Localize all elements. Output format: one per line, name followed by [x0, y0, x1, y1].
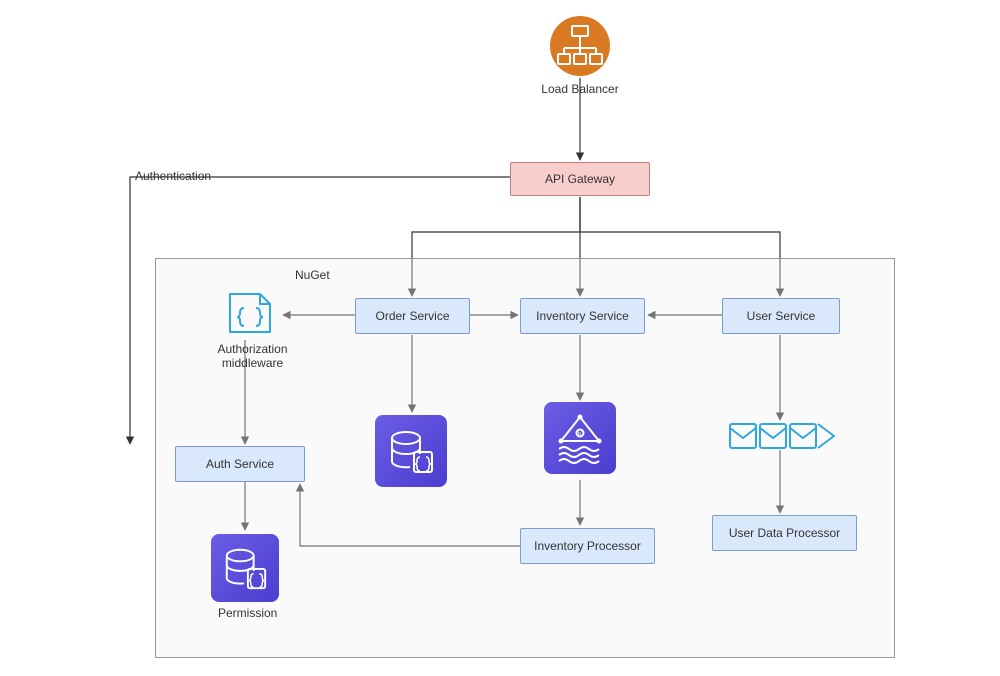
api-gateway: API Gateway: [510, 162, 650, 196]
user-data-processor-label: User Data Processor: [729, 526, 840, 540]
api-gateway-label: API Gateway: [545, 172, 615, 186]
user-service: User Service: [722, 298, 840, 334]
svg-text:K: K: [578, 432, 582, 438]
user-service-label: User Service: [747, 309, 816, 323]
database-code-icon: [211, 534, 279, 602]
inventory-processor-label: Inventory Processor: [534, 539, 641, 553]
inventory-service: Inventory Service: [520, 298, 645, 334]
database-code-icon: [375, 415, 447, 487]
auth-service-label: Auth Service: [206, 457, 274, 471]
load-balancer-icon: [548, 14, 612, 78]
auth-service: Auth Service: [175, 446, 305, 482]
order-service-label: Order Service: [375, 309, 449, 323]
user-data-processor: User Data Processor: [712, 515, 857, 551]
load-balancer-label: Load Balancer: [540, 82, 620, 96]
permission-label: Permission: [218, 606, 277, 620]
order-service: Order Service: [355, 298, 470, 334]
inventory-service-label: Inventory Service: [536, 309, 629, 323]
nuget-container-label: NuGet: [295, 268, 330, 282]
authentication-edge-label: Authentication: [135, 169, 211, 183]
message-queue-icon: [728, 420, 838, 452]
inventory-processor: Inventory Processor: [520, 528, 655, 564]
code-braces-icon: [222, 288, 277, 338]
auth-middleware-label: Authorization middleware: [210, 342, 295, 370]
kinesis-stream-icon: K: [544, 402, 616, 474]
